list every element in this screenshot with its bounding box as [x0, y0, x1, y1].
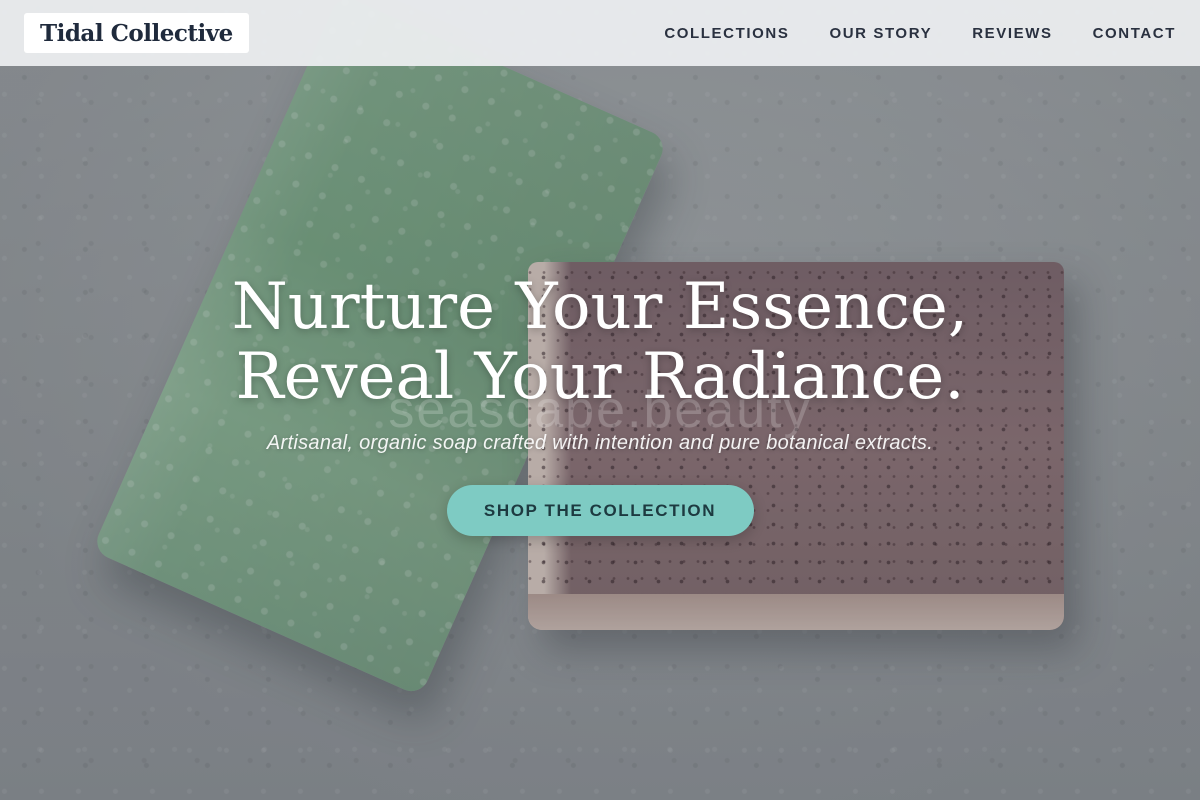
- headline-line-1: Nurture Your Essence,: [231, 270, 969, 344]
- main-nav: COLLECTIONS OUR STORY REVIEWS CONTACT: [664, 25, 1176, 42]
- hero-subheadline: Artisanal, organic soap crafted with int…: [266, 432, 934, 454]
- hero-section: seascape.beauty Nurture Your Essence, Re…: [0, 0, 1200, 800]
- hero-headline: Nurture Your Essence, Reveal Your Radian…: [0, 272, 1200, 412]
- site-header: Tidal Collective COLLECTIONS OUR STORY R…: [0, 0, 1200, 66]
- nav-our-story[interactable]: OUR STORY: [829, 25, 932, 42]
- hero-content: Nurture Your Essence, Reveal Your Radian…: [0, 272, 1200, 536]
- nav-reviews[interactable]: REVIEWS: [972, 25, 1052, 42]
- nav-collections[interactable]: COLLECTIONS: [664, 25, 789, 42]
- brand-logo[interactable]: Tidal Collective: [24, 13, 249, 53]
- headline-line-2: Reveal Your Radiance.: [235, 340, 965, 414]
- shop-collection-button[interactable]: SHOP THE COLLECTION: [446, 485, 754, 536]
- nav-contact[interactable]: CONTACT: [1093, 25, 1176, 42]
